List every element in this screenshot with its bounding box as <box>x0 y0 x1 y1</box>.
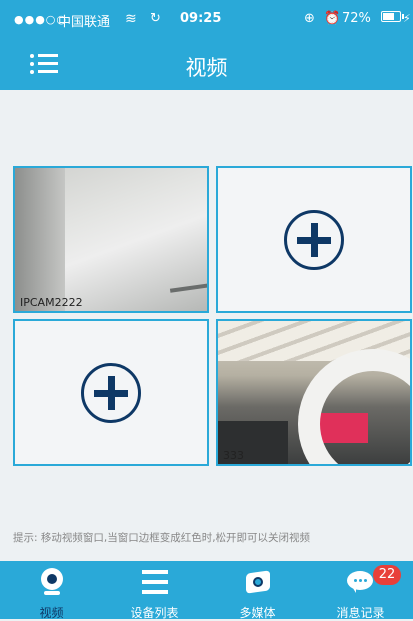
video-window-2[interactable] <box>216 166 412 313</box>
carrier-name: 中国联通 <box>58 15 111 30</box>
video-window-3[interactable] <box>13 319 209 466</box>
camera-feed <box>218 321 410 464</box>
tab-device-list[interactable]: 设备列表 <box>103 561 206 620</box>
list-icon <box>142 570 168 594</box>
battery-percentage: 72% <box>342 11 371 26</box>
alarm-icon: ⏰ <box>324 11 341 26</box>
top-header: ●●●○○ 中国联通 ≋ ↻ 09:25 ⊕ ⏰ 72% ⚡ 视频 <box>0 0 413 90</box>
tab-label: 消息记录 <box>336 606 385 620</box>
camera-icon <box>41 568 63 596</box>
add-camera-icon[interactable] <box>284 209 344 270</box>
add-camera-icon[interactable] <box>81 362 141 423</box>
camera-label: 333 <box>223 449 244 462</box>
battery-icon <box>381 11 404 22</box>
tab-video[interactable]: 视频 <box>0 561 103 620</box>
charging-icon: ⚡ <box>403 12 411 25</box>
sync-icon: ↻ <box>150 11 161 26</box>
page-title: 视频 <box>185 56 228 80</box>
tab-label: 多媒体 <box>239 606 276 620</box>
clock: 09:25 <box>180 11 222 26</box>
wifi-icon: ≋ <box>125 11 137 27</box>
tab-multimedia[interactable]: 多媒体 <box>206 561 309 620</box>
rotation-lock-icon: ⊕ <box>304 11 315 26</box>
status-bar: ●●●○○ 中国联通 ≋ ↻ 09:25 ⊕ ⏰ 72% ⚡ <box>0 0 413 40</box>
tab-label: 设备列表 <box>130 606 179 620</box>
tab-message-log[interactable]: 22 消息记录 <box>309 561 412 620</box>
camera-label: IPCAM2222 <box>20 296 83 309</box>
tab-label: 视频 <box>39 606 64 620</box>
hint-text: 提示: 移动视频窗口,当窗口边框变成红色时,松开即可以关闭视频 <box>13 532 311 544</box>
video-window-1[interactable]: IPCAM2222 <box>13 166 209 313</box>
camera-feed <box>15 168 207 311</box>
unread-badge: 22 <box>373 565 401 585</box>
chat-icon <box>347 571 373 593</box>
bottom-tab-bar: 视频 设备列表 多媒体 22 消息记录 <box>0 561 413 620</box>
video-window-4[interactable]: 333 <box>216 319 412 466</box>
media-icon <box>246 569 270 594</box>
